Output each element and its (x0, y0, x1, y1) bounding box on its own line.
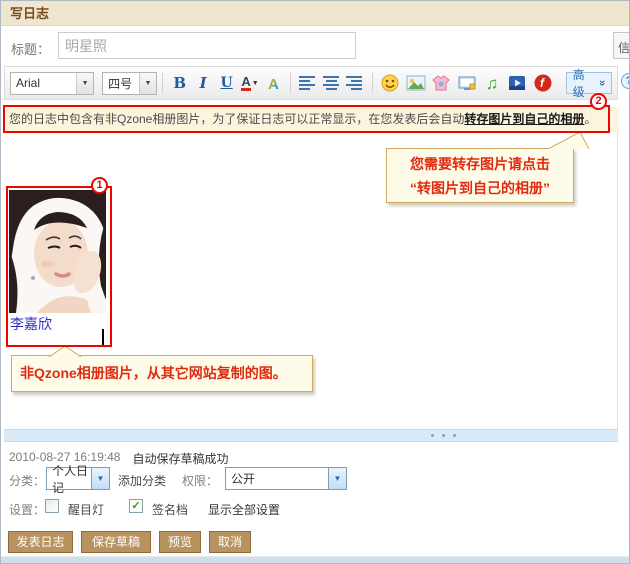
align-left-icon (299, 75, 316, 91)
align-center-icon (323, 75, 340, 91)
add-category-link[interactable]: 添加分类 (118, 472, 166, 489)
bold-icon: B (173, 74, 186, 92)
art-text-button[interactable]: A (262, 71, 285, 95)
dropdown-arrow-icon: ▼ (328, 468, 346, 489)
align-center-button[interactable] (320, 71, 343, 95)
insert-video-button[interactable] (505, 71, 530, 95)
photo-li-jiaxin[interactable] (9, 190, 106, 313)
notice-suffix: 。 (584, 112, 596, 126)
font-color-caret-icon: ▼ (252, 80, 259, 87)
help-icon[interactable]: ? (621, 73, 630, 89)
svg-text:A: A (268, 76, 279, 92)
insert-emoji-button[interactable] (378, 71, 403, 95)
autosave-status: 2010-08-27 16:19:48 自动保存草稿成功 (9, 450, 228, 467)
annotation-marker-1: 1 (91, 177, 108, 194)
callout-tail (546, 132, 592, 149)
window-title: 写日志 (1, 1, 629, 26)
highlight-checkbox[interactable] (45, 499, 59, 513)
editor-toolbar: Arial ▼ 四号 ▼ B I U A ▼ A (4, 66, 618, 100)
smiley-icon (380, 73, 400, 93)
notice-bar: 您的日志中包含有非Qzone相册图片，为了保证日志可以正常显示，在您发表后会自动… (4, 107, 618, 132)
font-color-button[interactable]: A ▼ (238, 71, 261, 95)
category-label: 分类： (9, 472, 45, 489)
font-size-select[interactable]: 四号 ▼ (102, 72, 157, 95)
music-icon: ♫ (486, 75, 499, 92)
font-family-value: Arial (11, 76, 76, 90)
annotation-marker-2: 2 (590, 93, 607, 110)
insert-image-icon (406, 73, 426, 93)
flash-icon: f (533, 73, 553, 93)
title-label: 标题： (11, 39, 50, 58)
align-right-icon (346, 75, 363, 91)
permission-label: 权限： (182, 472, 218, 489)
save-draft-button[interactable]: 保存草稿 (81, 531, 151, 553)
image-caption-link[interactable]: 李嘉欣 (10, 314, 52, 334)
signature-checkbox-label: 签名档 (152, 501, 188, 518)
category-value: 个人日记 (47, 462, 91, 496)
text-cursor (102, 329, 104, 345)
callout-image-tip: 非Qzone相册图片，从其它网站复制的图。 (11, 355, 313, 392)
italic-icon: I (200, 74, 207, 92)
preview-button[interactable]: 预览 (159, 531, 201, 553)
autosave-message: 自动保存草稿成功 (132, 450, 228, 467)
toolbar-separator (372, 73, 373, 93)
advanced-button[interactable]: 高级 » (566, 72, 612, 94)
dropdown-arrow-icon: ▼ (139, 73, 156, 94)
show-all-settings-link[interactable]: 显示全部设置 (208, 501, 280, 518)
callout-line-1: 您需要转存图片请点击 (387, 152, 573, 176)
notice-text: 您的日志中包含有非Qzone相册图片，为了保证日志可以正常显示，在您发表后会自动 (9, 112, 464, 126)
art-text-icon: A (265, 74, 283, 92)
align-left-button[interactable] (296, 71, 319, 95)
cancel-button[interactable]: 取消 (209, 531, 251, 553)
callout-line-2: “转图片到自己的相册” (387, 176, 573, 200)
permission-select[interactable]: 公开 ▼ (225, 467, 347, 490)
font-color-icon: A (241, 75, 250, 92)
write-blog-window: 写日志 标题： 信 Arial ▼ 四号 ▼ B I U A ▼ (0, 0, 630, 564)
checkmark-icon: ✓ (131, 500, 140, 512)
align-right-button[interactable] (343, 71, 366, 95)
transfer-images-link[interactable]: 转存图片到自己的相册 (464, 112, 584, 126)
footer-strip (1, 556, 629, 563)
dropdown-arrow-icon: ▼ (76, 73, 93, 94)
screenshot-icon (457, 73, 477, 93)
title-input[interactable] (58, 32, 356, 59)
chevron-double-down-icon: » (596, 80, 608, 86)
underline-button[interactable]: U (215, 71, 238, 95)
insert-music-button[interactable]: ♫ (479, 71, 504, 95)
permission-value: 公开 (226, 470, 328, 487)
highlight-checkbox-label: 醒目灯 (68, 501, 104, 518)
dropdown-arrow-icon: ▼ (91, 468, 109, 489)
font-family-select[interactable]: Arial ▼ (10, 72, 94, 95)
signature-checkbox[interactable]: ✓ (129, 499, 143, 513)
settings-label: 设置： (9, 501, 45, 518)
toolbar-separator (290, 73, 291, 93)
underline-icon: U (220, 75, 232, 91)
category-select[interactable]: 个人日记 ▼ (46, 467, 110, 490)
callout-transfer-tip: 您需要转存图片请点击 “转图片到自己的相册” (386, 148, 574, 203)
publish-button[interactable]: 发表日志 (8, 531, 73, 553)
screenshot-button[interactable] (454, 71, 479, 95)
video-icon (507, 73, 527, 93)
magic-emotion-button[interactable] (428, 71, 453, 95)
editor-resize-handle[interactable] (4, 429, 618, 442)
insert-image-button[interactable] (403, 71, 428, 95)
callout-tail (46, 346, 86, 357)
italic-button[interactable]: I (191, 71, 214, 95)
drag-dots-icon (431, 434, 456, 437)
bold-button[interactable]: B (168, 71, 191, 95)
magic-emotion-icon (431, 73, 451, 93)
font-size-value: 四号 (103, 75, 139, 92)
stationery-button[interactable]: 信 (613, 32, 630, 59)
toolbar-separator (162, 73, 163, 93)
insert-flash-button[interactable]: f (530, 71, 555, 95)
